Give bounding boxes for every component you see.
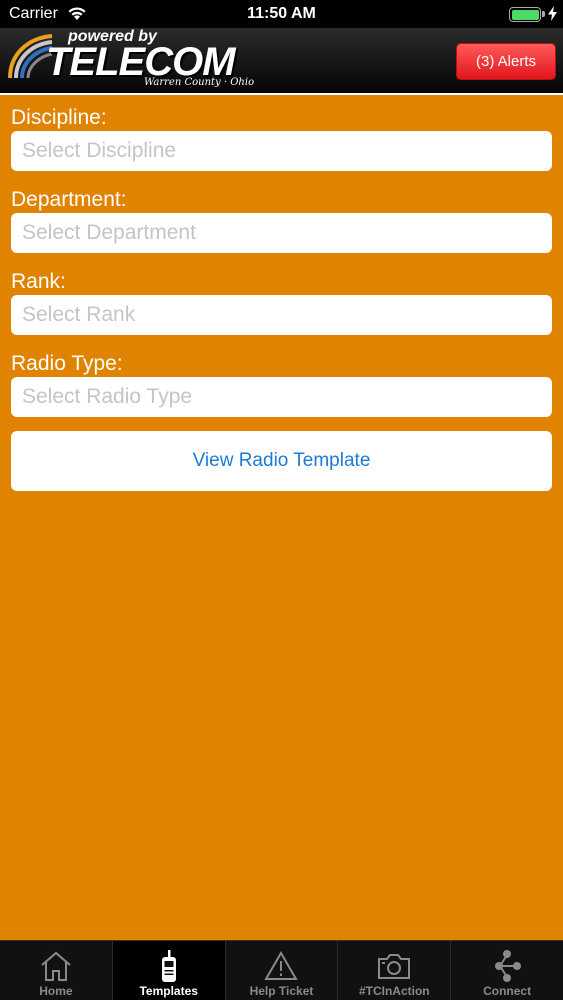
rank-select[interactable]: Select Rank — [11, 295, 552, 335]
tab-home-label: Home — [39, 984, 73, 998]
tab-help-ticket-label: Help Ticket — [249, 984, 314, 998]
tab-connect[interactable]: Connect — [451, 941, 563, 1000]
logo-county: Warren County · Ohio — [144, 77, 255, 88]
tab-templates[interactable]: Templates — [112, 941, 225, 1000]
alerts-button[interactable]: (3) Alerts — [456, 43, 556, 80]
share-icon — [489, 949, 525, 983]
tab-home[interactable]: Home — [0, 941, 112, 1000]
app-header: powered by TELECOM Warren County · Ohio … — [0, 28, 563, 95]
battery-icon — [509, 7, 541, 22]
tab-help-ticket[interactable]: Help Ticket — [226, 941, 338, 1000]
radio-icon — [151, 949, 187, 983]
telecom-logo: powered by TELECOM Warren County · Ohio — [6, 28, 266, 94]
discipline-label: Discipline: — [11, 106, 107, 129]
department-label: Department: — [11, 188, 127, 211]
rank-label: Rank: — [11, 270, 66, 293]
department-select[interactable]: Select Department — [11, 213, 552, 253]
tab-templates-label: Templates — [139, 984, 198, 998]
charging-bolt-icon — [548, 6, 557, 26]
tab-connect-label: Connect — [483, 984, 532, 998]
radio-type-select[interactable]: Select Radio Type — [11, 377, 552, 417]
tab-tcinaction-label: #TCInAction — [358, 984, 430, 998]
radio-template-form: Discipline: Select Discipline Department… — [11, 97, 552, 425]
tab-bar: Home Templates Help Ticket #TCInAction C… — [0, 940, 563, 1000]
radio-type-label: Radio Type: — [11, 352, 123, 375]
warning-icon — [263, 949, 299, 983]
discipline-select[interactable]: Select Discipline — [11, 131, 552, 171]
camera-icon — [376, 949, 412, 983]
status-bar: Carrier 11:50 AM — [0, 0, 563, 28]
battery-tip — [542, 11, 545, 17]
status-time: 11:50 AM — [247, 5, 316, 22]
tab-tcinaction[interactable]: #TCInAction — [338, 941, 450, 1000]
view-radio-template-button[interactable]: View Radio Template — [11, 431, 552, 491]
home-icon — [38, 949, 74, 983]
